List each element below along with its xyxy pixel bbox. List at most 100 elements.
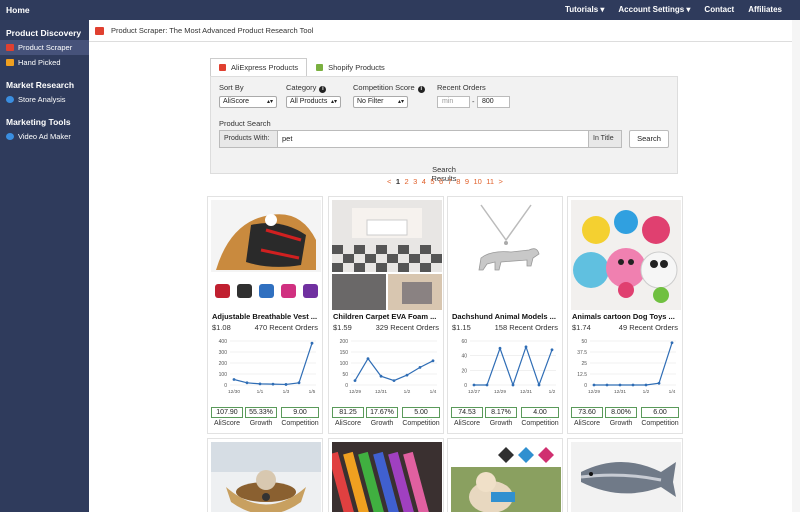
trend-point — [592, 383, 596, 387]
competition-label: Competition — [521, 420, 559, 427]
tab-label: Shopify Products — [328, 62, 385, 72]
search-input[interactable]: pet — [277, 130, 589, 148]
nav-account-settings[interactable]: Account Settings ▾ — [618, 5, 690, 14]
y-tick-label: 100 — [340, 361, 349, 367]
filter-box: Sort By AliScore ▴▾ Category i All Product… — [210, 76, 678, 174]
product-price: $1.08 — [212, 323, 231, 332]
product-image-dachshund-necklace[interactable] — [451, 200, 561, 310]
product-card-8[interactable] — [567, 438, 683, 512]
growth-label: Growth — [609, 420, 633, 427]
growth-value: 8.17% — [485, 407, 517, 418]
x-tick-label: 12/31 — [375, 389, 387, 395]
pagination-page[interactable]: 1 — [396, 177, 400, 186]
competition-label: Competition — [281, 420, 319, 427]
product-image-dog-toys[interactable] — [571, 200, 681, 310]
trend-point — [418, 366, 422, 369]
pagination-prev[interactable]: < — [387, 177, 391, 186]
sidebar-item-store-analysis[interactable]: Store Analysis — [0, 92, 89, 107]
search-button[interactable]: Search — [629, 130, 669, 148]
growth-label: Growth — [489, 420, 513, 427]
nav-tutorials[interactable]: Tutorials ▾ — [565, 5, 604, 14]
product-name[interactable]: Children Carpet EVA Foam ... — [333, 312, 441, 321]
y-tick-label: 0 — [345, 383, 348, 389]
source-tabs: AliExpress Products Shopify Products — [210, 58, 678, 76]
sidebar: Product Discovery Product Scraper Hand P… — [0, 20, 89, 512]
product-name[interactable]: Animals cartoon Dog Toys ... — [572, 312, 680, 321]
video-icon — [6, 133, 14, 140]
x-tick-label: 1/1 — [257, 389, 264, 395]
sidebar-item-product-scraper[interactable]: Product Scraper — [0, 40, 89, 55]
product-image-dog-harness[interactable] — [451, 442, 561, 512]
competition-label: Competition — [641, 420, 679, 427]
product-card-1[interactable]: Adjustable Breathable Vest ... $1.08 470… — [207, 196, 323, 434]
product-image-dog-vest[interactable] — [211, 200, 321, 310]
globe-icon — [6, 96, 14, 103]
y-tick-label: 50 — [581, 339, 587, 345]
product-name[interactable]: Adjustable Breathable Vest ... — [212, 312, 320, 321]
page-title: Product Scraper: The Most Advanced Produ… — [111, 26, 314, 35]
product-card-6[interactable] — [328, 438, 444, 512]
nav-contact[interactable]: Contact — [704, 5, 734, 14]
pagination-page[interactable]: 3 — [413, 177, 417, 186]
sort-by-select[interactable]: AliScore ▴▾ — [219, 96, 277, 108]
tab-aliexpress[interactable]: AliExpress Products — [210, 58, 308, 76]
competition-select[interactable]: No Filter ▴▾ — [353, 96, 408, 108]
pagination-page[interactable]: 9 — [465, 177, 469, 186]
product-card-2[interactable]: Children Carpet EVA Foam ... $1.59 329 R… — [328, 196, 444, 434]
product-card-5[interactable] — [207, 438, 323, 512]
trend-point — [310, 341, 314, 345]
info-icon[interactable]: i — [319, 86, 327, 93]
pagination-page[interactable]: 11 — [486, 177, 494, 186]
product-price: $1.15 — [452, 323, 471, 332]
product-recent-orders: 158 Recent Orders — [494, 323, 558, 332]
home-link[interactable]: Home — [6, 5, 30, 15]
caret-icon: ▴▾ — [330, 99, 337, 105]
nav-affiliates[interactable]: Affiliates — [748, 5, 782, 14]
pagination-page[interactable]: 2 — [404, 177, 408, 186]
main-content: Product Scraper: The Most Advanced Produ… — [89, 20, 800, 512]
aliscore-label: AliScore — [334, 420, 362, 427]
tab-shopify[interactable]: Shopify Products — [307, 58, 394, 76]
sidebar-item-hand-picked[interactable]: Hand Picked — [0, 55, 89, 70]
y-tick-label: 12.5 — [577, 372, 587, 378]
pagination-next[interactable]: > — [499, 177, 503, 186]
x-tick-label: 12/30 — [228, 389, 240, 395]
pagination-page[interactable]: 4 — [422, 177, 426, 186]
product-image-cat-bed[interactable] — [211, 442, 321, 512]
trend-point — [258, 382, 262, 386]
orders-min-input[interactable]: min — [437, 96, 470, 108]
product-image-fish-toy[interactable] — [571, 442, 681, 512]
y-tick-label: 0 — [464, 383, 467, 389]
product-card-7[interactable] — [447, 438, 563, 512]
info-icon[interactable]: i — [417, 86, 425, 93]
trend-point — [353, 379, 357, 382]
competition-label: Competition — [402, 420, 440, 427]
pagination-page[interactable]: 7 — [448, 177, 452, 186]
product-name[interactable]: Dachshund Animal Models ... — [452, 312, 560, 321]
sort-by-value: AliScore — [223, 98, 250, 105]
pagination-page[interactable]: 5 — [430, 177, 434, 186]
growth-label: Growth — [370, 420, 394, 427]
page-scrollbar[interactable] — [792, 20, 800, 512]
orders-trend-chart: 200 150 100 50 012/29 12/31 1/2 1/4 — [340, 339, 437, 395]
pagination-page[interactable]: 10 — [473, 177, 481, 186]
product-card-3[interactable]: Dachshund Animal Models ... $1.15 158 Re… — [447, 196, 563, 434]
product-image-collars[interactable] — [332, 442, 442, 512]
trend-point — [605, 383, 609, 387]
aliscore-label: AliScore — [453, 420, 481, 427]
sidebar-item-label: Product Scraper — [18, 43, 73, 52]
trend-point — [366, 357, 370, 360]
caret-icon: ▴▾ — [397, 99, 404, 105]
pagination-page[interactable]: 6 — [439, 177, 443, 186]
orders-max-input[interactable]: 800 — [477, 96, 510, 108]
product-image-foam-carpet[interactable] — [332, 200, 442, 310]
aliscore-value: 107.90 — [211, 407, 243, 418]
trend-point — [550, 348, 554, 352]
product-card-4[interactable]: Animals cartoon Dog Toys ... $1.74 49 Re… — [567, 196, 683, 434]
product-recent-orders: 470 Recent Orders — [254, 323, 318, 332]
shopify-icon — [316, 63, 324, 71]
category-select[interactable]: All Products ▴▾ — [286, 96, 341, 108]
pagination-page[interactable]: 8 — [456, 177, 460, 186]
sidebar-item-video-ad-maker[interactable]: Video Ad Maker — [0, 129, 89, 144]
orders-range-dash: - — [472, 97, 475, 106]
